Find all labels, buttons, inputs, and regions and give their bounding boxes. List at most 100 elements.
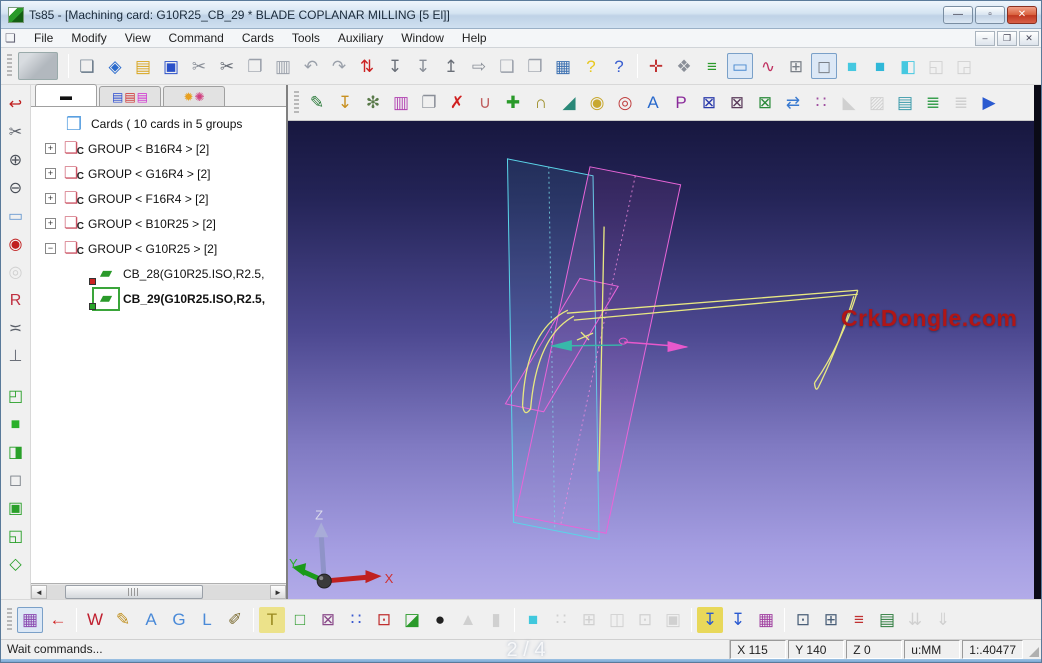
- tree-expander[interactable]: −: [45, 243, 56, 254]
- pocket-p-icon[interactable]: P: [668, 90, 694, 116]
- op-tree-icon[interactable]: ≣: [920, 90, 946, 116]
- cross-frame-icon[interactable]: ⊠: [315, 607, 341, 633]
- store-card-icon[interactable]: ↧: [332, 90, 358, 116]
- toolbar-grip[interactable]: [7, 54, 12, 78]
- menu-item-modify[interactable]: Modify: [62, 30, 115, 46]
- tree-group-g10r25[interactable]: −❏CGROUP < G10R25 > [2]: [37, 236, 286, 261]
- print-icon[interactable]: ▦: [550, 53, 576, 79]
- zoom-out-icon[interactable]: ⊖: [4, 177, 28, 201]
- color-stack-icon[interactable]: ▤: [874, 607, 900, 633]
- transfer-field-icon[interactable]: ⇄: [780, 90, 806, 116]
- scroll-thumb[interactable]: [65, 585, 203, 599]
- tab-macro-cards[interactable]: ✹✺: [163, 86, 225, 106]
- mdi-restore-button[interactable]: ❐: [997, 31, 1017, 46]
- menu-item-cards[interactable]: Cards: [233, 30, 283, 46]
- edit-card-icon[interactable]: ✎: [304, 90, 330, 116]
- cut-multi-icon[interactable]: ✂: [214, 53, 240, 79]
- center-target-icon[interactable]: ◉: [4, 233, 28, 257]
- measure-icon[interactable]: ≍: [4, 317, 28, 341]
- bomb-icon[interactable]: ●: [427, 607, 453, 633]
- export-card-icon[interactable]: ↥: [438, 53, 464, 79]
- new-document-icon[interactable]: ❏: [74, 53, 100, 79]
- copy-icon[interactable]: ❐: [242, 53, 268, 79]
- toolbar-grip[interactable]: [7, 608, 12, 632]
- view-bottom-icon[interactable]: ◱: [4, 525, 28, 549]
- undo-icon[interactable]: ↶: [298, 53, 324, 79]
- scatter-field-icon[interactable]: ∷: [808, 90, 834, 116]
- layers-icon[interactable]: ≡: [699, 53, 725, 79]
- menu-item-help[interactable]: Help: [453, 30, 496, 46]
- lined-card-icon[interactable]: ▤: [892, 90, 918, 116]
- viewport-3d[interactable]: Z X Y CrkDongle.com: [288, 121, 1041, 599]
- redo-icon[interactable]: ↷: [326, 53, 352, 79]
- diagonal-frame-icon[interactable]: ◪: [399, 607, 425, 633]
- attr-a-icon[interactable]: A: [138, 607, 164, 633]
- text-frame-icon[interactable]: T: [259, 607, 285, 633]
- paste-icon[interactable]: ▥: [270, 53, 296, 79]
- toolbar-grip[interactable]: [294, 91, 299, 115]
- mdi-close-button[interactable]: ✕: [1019, 31, 1039, 46]
- comb-icon[interactable]: ▥: [388, 90, 414, 116]
- redraw-icon[interactable]: R: [4, 289, 28, 313]
- mill-plane-icon[interactable]: ◢: [556, 90, 582, 116]
- open-folder-icon[interactable]: ▤: [130, 53, 156, 79]
- palette-icon[interactable]: ▦: [17, 607, 43, 633]
- pan-icon[interactable]: ❖: [671, 53, 697, 79]
- arc-op-icon[interactable]: ∩: [528, 90, 554, 116]
- tree-group-f16r4[interactable]: +❏CGROUP < F16R4 > [2]: [37, 186, 286, 211]
- mosaic-icon[interactable]: ▦: [753, 607, 779, 633]
- close-button[interactable]: ✕: [1007, 6, 1037, 24]
- help-icon[interactable]: ?: [578, 53, 604, 79]
- view-front-icon[interactable]: ■: [4, 413, 28, 437]
- view-iso-icon[interactable]: ◻: [4, 469, 28, 493]
- frame-link-icon[interactable]: ⊡: [790, 607, 816, 633]
- tree-group-b10r25[interactable]: +❏CGROUP < B10R25 > [2]: [37, 211, 286, 236]
- attr-g-icon[interactable]: G: [166, 607, 192, 633]
- copy-group-alt-icon[interactable]: ❒: [522, 53, 548, 79]
- menu-item-file[interactable]: File: [25, 30, 62, 46]
- word-export-icon[interactable]: W: [82, 607, 108, 633]
- view-custom-icon[interactable]: ◇: [4, 553, 28, 577]
- spline-icon[interactable]: ∿: [755, 53, 781, 79]
- import-card-hint-icon[interactable]: ↧: [410, 53, 436, 79]
- cube-wireframe-icon[interactable]: ◻: [811, 53, 837, 79]
- view-top-icon[interactable]: ◰: [4, 385, 28, 409]
- scroll-track[interactable]: [47, 585, 270, 599]
- zoom-in-icon[interactable]: ⊕: [4, 149, 28, 173]
- import-card-icon[interactable]: ↧: [382, 53, 408, 79]
- scroll-left-arrow[interactable]: ◄: [31, 585, 47, 599]
- tree-horizontal-scrollbar[interactable]: ◄ ►: [31, 583, 286, 599]
- attr-l-icon[interactable]: L: [194, 607, 220, 633]
- shaded-view-icon[interactable]: ■: [520, 607, 546, 633]
- insert-op-icon[interactable]: ✚: [500, 90, 526, 116]
- zoom-window-icon[interactable]: ▭: [4, 205, 28, 229]
- tree-group-b16r4[interactable]: +❏CGROUP < B16R4 > [2]: [37, 136, 286, 161]
- origin-axis-icon[interactable]: ✛: [643, 53, 669, 79]
- tree-group-g16r4[interactable]: +❏CGROUP < G16R4 > [2]: [37, 161, 286, 186]
- save-icon[interactable]: ▣: [158, 53, 184, 79]
- layer-stack-icon[interactable]: ≡: [846, 607, 872, 633]
- cube-erase-icon[interactable]: ◧: [895, 53, 921, 79]
- new-frame-icon[interactable]: □: [287, 607, 313, 633]
- return-icon[interactable]: ↩: [4, 93, 28, 117]
- tree-expander[interactable]: +: [45, 193, 56, 204]
- field-blue-icon[interactable]: ⊠: [696, 90, 722, 116]
- menu-item-command[interactable]: Command: [159, 30, 232, 46]
- view-right-icon[interactable]: ◨: [4, 441, 28, 465]
- send-card-icon[interactable]: ⇨: [466, 53, 492, 79]
- pocket-red-icon[interactable]: ◎: [612, 90, 638, 116]
- delete-card-icon[interactable]: ✗: [444, 90, 470, 116]
- copy-group-icon[interactable]: ❑: [494, 53, 520, 79]
- view-back-icon[interactable]: ▣: [4, 497, 28, 521]
- tab-color-cards[interactable]: ▤▤▤: [99, 86, 161, 106]
- resize-grip[interactable]: [1025, 640, 1041, 659]
- tree-expander[interactable]: +: [45, 143, 56, 154]
- probe-icon[interactable]: ∪: [472, 90, 498, 116]
- cut-icon[interactable]: ✂: [186, 53, 212, 79]
- pick-tool-icon[interactable]: ✂: [4, 121, 28, 145]
- tab-machine-cards[interactable]: ▬: [35, 84, 97, 106]
- pocket-yellow-icon[interactable]: ◉: [584, 90, 610, 116]
- menu-item-auxiliary[interactable]: Auxiliary: [329, 30, 392, 46]
- scroll-right-arrow[interactable]: ►: [270, 585, 286, 599]
- cube-shaded-icon[interactable]: ■: [839, 53, 865, 79]
